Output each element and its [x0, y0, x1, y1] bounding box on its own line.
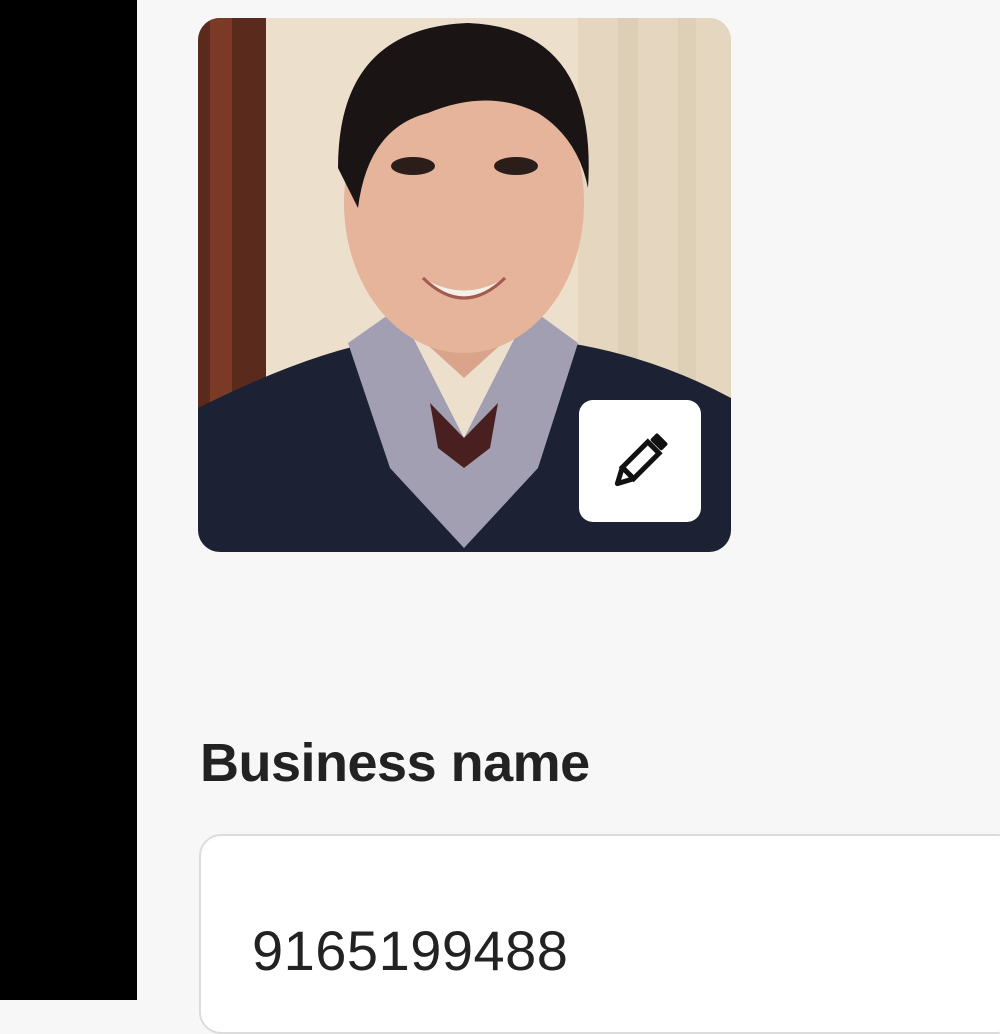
business-name-value[interactable]: 9165199488: [252, 918, 568, 983]
business-name-label: Business name: [200, 733, 590, 793]
left-sidebar: [0, 0, 137, 1000]
pencil-icon: [614, 433, 668, 487]
edit-photo-button[interactable]: [579, 400, 701, 522]
